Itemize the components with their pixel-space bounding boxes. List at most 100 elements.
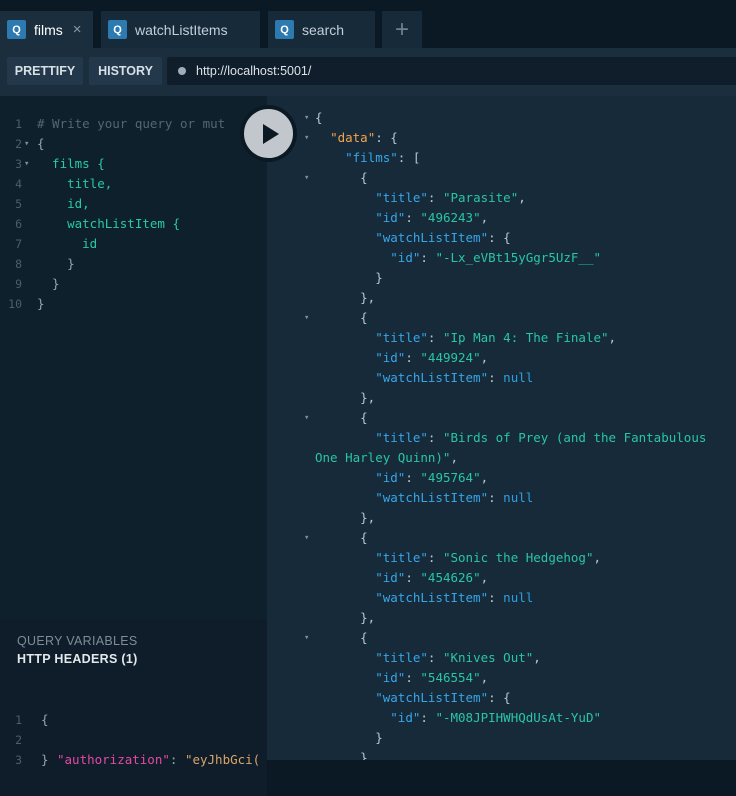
code-line: 3 ▾ films { <box>0 154 267 174</box>
tab-watchlistitems[interactable]: Q watchListItems <box>101 11 260 48</box>
tab-search[interactable]: Q search <box>268 11 375 48</box>
result-line: }, <box>267 608 736 628</box>
code-text: title, <box>37 176 113 191</box>
add-tab-button[interactable]: + <box>382 11 422 48</box>
code-text: { <box>37 136 45 151</box>
tab-label: search <box>302 21 345 38</box>
result-line: "title": "Sonic the Hedgehog", <box>267 548 736 568</box>
line-number: 5 <box>15 197 22 211</box>
result-text: { <box>315 530 368 545</box>
line-number: 7 <box>15 237 22 251</box>
chevron-down-icon[interactable]: ▾ <box>24 154 29 174</box>
result-line: ▾{ <box>267 108 736 128</box>
status-dot-icon <box>178 67 186 75</box>
result-line: } <box>267 748 736 760</box>
result-text: "title": "Birds of Prey (and the Fantabu… <box>375 430 707 445</box>
close-icon[interactable]: × <box>73 21 82 38</box>
result-line: One Harley Quinn)", <box>267 448 736 468</box>
code-text: } <box>37 276 60 291</box>
chevron-down-icon[interactable]: ▾ <box>304 168 309 188</box>
code-text: } <box>37 296 45 311</box>
result-text: "watchListItem": null <box>375 590 534 605</box>
chevron-down-icon[interactable]: ▾ <box>304 628 309 648</box>
result-text: "title": "Knives Out", <box>375 650 541 665</box>
endpoint-url-input[interactable]: http://localhost:5001/ <box>167 57 736 85</box>
result-text: "id": "496243", <box>375 210 489 225</box>
result-line: ▾ { <box>267 408 736 428</box>
variables-panel: QUERY VARIABLES HTTP HEADERS (1) 1{ 2 "a… <box>0 620 267 796</box>
play-icon <box>262 123 279 144</box>
chevron-down-icon[interactable]: ▾ <box>304 128 309 148</box>
result-text: "title": "Sonic the Hedgehog", <box>375 550 602 565</box>
result-line: "watchListItem": null <box>267 488 736 508</box>
result-line: ▾ { <box>267 308 736 328</box>
result-line: "title": "Ip Man 4: The Finale", <box>267 328 736 348</box>
tab-bar: Q films × Q watchListItems Q search + <box>0 0 736 48</box>
query-badge-icon: Q <box>7 20 26 39</box>
result-line: "id": "496243", <box>267 208 736 228</box>
tab-label: watchListItems <box>135 21 228 38</box>
code-line: 7 id <box>0 234 267 254</box>
line-number: 1 <box>15 117 22 131</box>
result-viewer: ▾{▾ "data": { "films": [▾ { "title": "Pa… <box>267 96 736 760</box>
result-text: "id": "454626", <box>375 570 489 585</box>
chevron-down-icon[interactable]: ▾ <box>24 134 29 154</box>
result-line: "title": "Parasite", <box>267 188 736 208</box>
code-line: 6 watchListItem { <box>0 214 267 234</box>
result-text: "title": "Parasite", <box>375 190 526 205</box>
result-text: "watchListItem": { <box>375 690 511 705</box>
result-text: "id": "-Lx_eVBt15yGgr5UzF__" <box>390 250 602 265</box>
result-line: ▾ { <box>267 528 736 548</box>
result-text: "id": "495764", <box>375 470 489 485</box>
query-editor[interactable]: 1 # Write your query or mut 2 ▾{3 ▾ films {4… <box>0 96 267 620</box>
header-value: "eyJhbGci( <box>184 752 261 767</box>
result-text: }, <box>315 390 376 405</box>
result-text: { <box>315 410 368 425</box>
code-line: 10} <box>0 294 267 314</box>
result-text: } <box>315 730 383 745</box>
code-text: id, <box>37 196 90 211</box>
result-text: "watchListItem": null <box>375 490 534 505</box>
result-text: "id": "449924", <box>375 350 489 365</box>
result-text: { <box>315 310 368 325</box>
chevron-down-icon[interactable]: ▾ <box>304 108 309 128</box>
code-line: 4 title, <box>0 174 267 194</box>
result-line: ▾ { <box>267 168 736 188</box>
line-number: 6 <box>15 217 22 231</box>
result-line: }, <box>267 288 736 308</box>
result-text: "films": [ <box>345 150 421 165</box>
tab-films[interactable]: Q films × <box>0 11 93 48</box>
chevron-down-icon[interactable]: ▾ <box>304 308 309 328</box>
chevron-down-icon[interactable]: ▾ <box>304 528 309 548</box>
result-line: }, <box>267 508 736 528</box>
line-number: 2 <box>15 137 22 151</box>
history-button[interactable]: HISTORY <box>89 57 162 85</box>
code-text: } <box>37 256 75 271</box>
result-line: "watchListItem": { <box>267 228 736 248</box>
endpoint-url: http://localhost:5001/ <box>196 64 312 78</box>
result-line: "id": "449924", <box>267 348 736 368</box>
result-text: "id": "546554", <box>375 670 489 685</box>
result-line: "watchListItem": null <box>267 368 736 388</box>
header-key: "authorization" <box>57 752 170 767</box>
code-text: films { <box>37 156 105 171</box>
result-text: "id": "-M08JPIHWHQdUsAt-YuD" <box>390 710 602 725</box>
footer <box>267 760 736 796</box>
code-line: 1 # Write your query or mut <box>0 114 267 134</box>
http-headers-tab[interactable]: HTTP HEADERS (1) <box>17 652 138 666</box>
run-query-button[interactable] <box>240 105 297 162</box>
prettify-button[interactable]: PRETTIFY <box>7 57 83 85</box>
result-line: "title": "Knives Out", <box>267 648 736 668</box>
result-text: "watchListItem": { <box>375 230 511 245</box>
line-number: 4 <box>15 177 22 191</box>
toolbar: PRETTIFY HISTORY http://localhost:5001/ <box>0 48 736 96</box>
tab-label: films <box>34 21 63 38</box>
chevron-down-icon[interactable]: ▾ <box>304 408 309 428</box>
query-variables-tab[interactable]: QUERY VARIABLES <box>17 634 138 648</box>
result-line: "id": "454626", <box>267 568 736 588</box>
query-badge-icon: Q <box>275 20 294 39</box>
result-line: "title": "Birds of Prey (and the Fantabu… <box>267 428 736 448</box>
result-text: } <box>315 270 383 285</box>
line-number: 10 <box>8 297 22 311</box>
code-line: 2 ▾ { <box>0 134 267 154</box>
